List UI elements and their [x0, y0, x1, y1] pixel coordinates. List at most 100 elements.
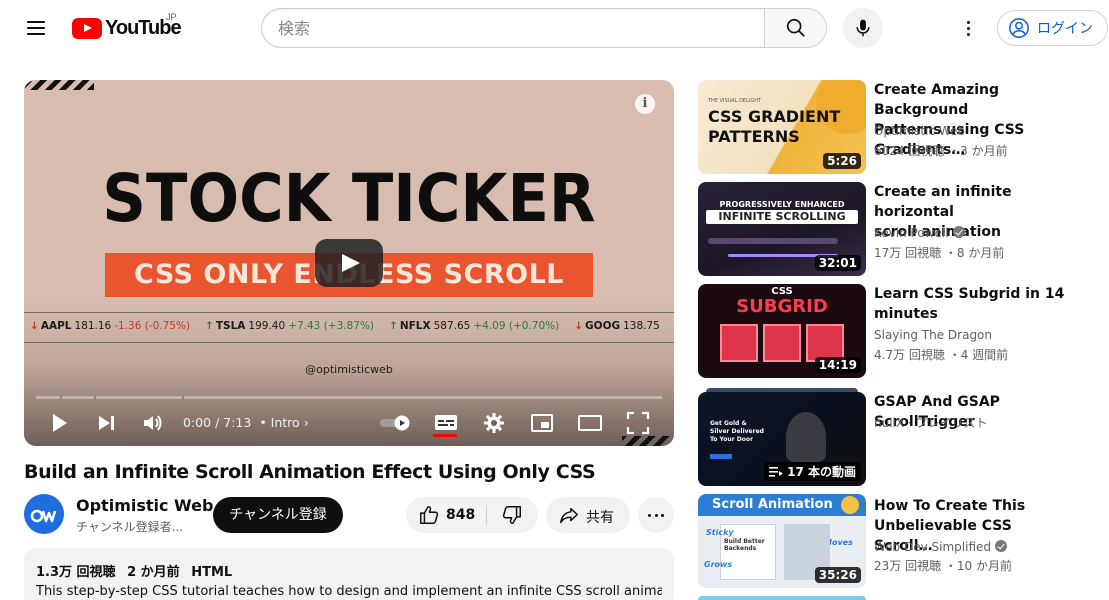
- miniplayer-icon: [531, 414, 553, 432]
- ticker-border: [24, 312, 674, 313]
- video-thumbnail[interactable]: PROGRESSIVELY ENHANCED INFINITE SCROLLIN…: [698, 182, 866, 276]
- channel-label: nullX · プレイリスト: [874, 416, 988, 430]
- chevron-right-icon: ›: [303, 415, 309, 430]
- video-title: Build an Infinite Scroll Animation Effec…: [24, 461, 596, 483]
- ticker-price: 587.65: [433, 320, 471, 332]
- youtube-logo[interactable]: YouTube: [72, 15, 182, 41]
- ticker-symbol: TSLA: [215, 320, 246, 332]
- decorative-shape: [710, 454, 732, 459]
- ticker-item: ↓ GOOG 138.75: [574, 320, 663, 332]
- chapter-title[interactable]: • Intro: [259, 415, 299, 430]
- video-duration: 5:26: [823, 153, 861, 169]
- recommended-playlist[interactable]: Get Gold & Silver Delivered To Your Door…: [698, 388, 1098, 486]
- info-icon[interactable]: i: [635, 94, 655, 114]
- title-line: Create Amazing Background: [874, 82, 999, 118]
- recommended-video[interactable]: CSS SUBGRID 14:19 Learn CSS Subgrid in 1…: [698, 284, 1098, 378]
- recommended-video[interactable]: PROGRESSIVELY ENHANCED INFINITE SCROLLIN…: [698, 182, 1098, 276]
- recommended-meta: 6024 回視聴 ・3 か月前: [874, 144, 1008, 158]
- thumbnail-tag: Grows: [704, 560, 733, 569]
- ticker-item: ↑ NFLX 587.65 +4.09 (+0.70%): [389, 320, 559, 332]
- channel-label: Slaying The Dragon: [874, 328, 993, 342]
- thumbnail-title: CSS GRADIENT: [708, 107, 841, 126]
- video-frame-title: STOCK TICKER: [102, 160, 596, 237]
- video-thumbnail[interactable]: CSS SUBGRID 14:19: [698, 284, 866, 378]
- ticker-arrow-icon: ↓: [30, 320, 39, 332]
- total-time: 7:13: [223, 415, 252, 430]
- recommended-channel[interactable]: nullX · プレイリスト: [874, 414, 988, 431]
- more-actions-button[interactable]: [638, 497, 674, 533]
- share-button[interactable]: 共有: [546, 497, 630, 533]
- mute-button[interactable]: [140, 410, 166, 436]
- channel-name[interactable]: Optimistic Web: [76, 496, 213, 515]
- search-icon: [786, 18, 805, 37]
- ticker-item: ↑ TSLA 199.40 +7.43 (+3.87%): [205, 320, 374, 332]
- description-box[interactable]: 1.3万 回視聴 2 か月前 HTML This step-by-step CS…: [24, 548, 674, 600]
- thumbnail-title: Get Gold & Silver Delivered To Your Door: [710, 420, 764, 443]
- settings-menu-button[interactable]: [956, 14, 980, 42]
- search-input[interactable]: [261, 8, 764, 48]
- login-button[interactable]: ログイン: [997, 10, 1108, 46]
- subtitles-button[interactable]: [433, 410, 459, 436]
- ticker-arrow-icon: ↑: [389, 320, 398, 332]
- like-dislike-group: 848: [406, 497, 538, 533]
- large-play-button[interactable]: [315, 239, 383, 287]
- video-thumbnail[interactable]: THE VISUAL DELIGHT CSS GRADIENT PATTERNS…: [698, 80, 866, 174]
- recommended-video[interactable]: Scroll Animation Build Better Backends S…: [698, 494, 1098, 588]
- more-vertical-icon-dot: [967, 27, 970, 30]
- video-duration: 32:01: [814, 255, 861, 271]
- miniplayer-button[interactable]: [529, 410, 555, 436]
- recommended-channel[interactable]: Kevin Powell: [874, 226, 965, 240]
- recommended-channel[interactable]: Slaying The Dragon: [874, 328, 992, 342]
- share-label: 共有: [586, 510, 614, 526]
- gear-icon: [484, 413, 504, 433]
- like-button[interactable]: 848: [406, 497, 486, 533]
- decorative-shape: [720, 324, 758, 362]
- search-button[interactable]: [764, 8, 827, 48]
- theater-mode-button[interactable]: [577, 410, 603, 436]
- description-text: This step-by-step CSS tutorial teaches h…: [36, 584, 662, 599]
- current-time: 0:00: [183, 415, 212, 430]
- voice-search-button[interactable]: [843, 8, 883, 48]
- ticker-change: +4.09 (+0.70%): [473, 320, 560, 332]
- fullscreen-button[interactable]: [625, 410, 651, 436]
- upload-age: 2 か月前: [127, 565, 180, 580]
- recommended-video[interactable]: THE VISUAL DELIGHT CSS GRADIENT PATTERNS…: [698, 80, 1098, 174]
- decorative-shape: [763, 324, 801, 362]
- chapter-marker: [94, 396, 96, 399]
- hashtag[interactable]: HTML: [191, 565, 232, 580]
- play-button[interactable]: [46, 410, 72, 436]
- recommended-meta: 17万 回視聴 ・8 か月前: [874, 246, 1005, 260]
- verified-badge-icon: [995, 540, 1007, 552]
- ticker-arrow-icon: ↓: [574, 320, 584, 332]
- ticker-border: [24, 342, 674, 343]
- video-duration: 35:26: [814, 567, 861, 583]
- subscribe-button[interactable]: チャンネル登録: [213, 497, 343, 533]
- youtube-play-icon: [72, 17, 102, 39]
- settings-button[interactable]: [481, 410, 507, 436]
- ticker-price: 181.16: [74, 320, 112, 332]
- decorative-shape: [708, 238, 838, 244]
- recommended-meta: 23万 回視聴 ・10 か月前: [874, 559, 1012, 573]
- channel-avatar[interactable]: [24, 494, 64, 534]
- recommended-channel[interactable]: Web Dev Simplified: [874, 540, 1007, 554]
- autoplay-toggle[interactable]: [378, 410, 412, 436]
- recommended-channel[interactable]: Optimistic Web: [874, 124, 965, 138]
- video-thumbnail[interactable]: Scroll Animation Build Better Backends S…: [698, 494, 866, 588]
- thumbnail-caption: PROGRESSIVELY ENHANCED: [719, 200, 845, 209]
- next-button[interactable]: [93, 410, 119, 436]
- dislike-button[interactable]: [487, 497, 538, 533]
- menu-button[interactable]: [20, 14, 52, 42]
- stock-ticker: ↓ AAPL 181.16 -1.36 (-0.75%) ↑ TSLA 199.40 +7.4…: [30, 320, 674, 336]
- closed-captions-icon: [435, 415, 457, 430]
- recommended-thumbnail-partial[interactable]: [698, 596, 866, 600]
- recommended-title[interactable]: Learn CSS Subgrid in 14 minutes: [874, 284, 1074, 324]
- description-meta: 1.3万 回視聴 2 か月前 HTML: [36, 561, 662, 580]
- video-player[interactable]: i STOCK TICKER CSS ONLY ENDLESS SCROLL ↓…: [24, 80, 674, 446]
- video-duration: 14:19: [814, 357, 861, 373]
- more-horizontal-icon: [648, 514, 651, 517]
- more-vertical-icon-dot: [967, 33, 970, 36]
- ticker-arrow-icon: ↑: [205, 320, 214, 332]
- progress-bar[interactable]: [36, 396, 662, 399]
- ticker-item: ↓ AAPL 181.16 -1.36 (-0.75%): [30, 320, 190, 332]
- playlist-thumbnail[interactable]: Get Gold & Silver Delivered To Your Door…: [698, 392, 866, 486]
